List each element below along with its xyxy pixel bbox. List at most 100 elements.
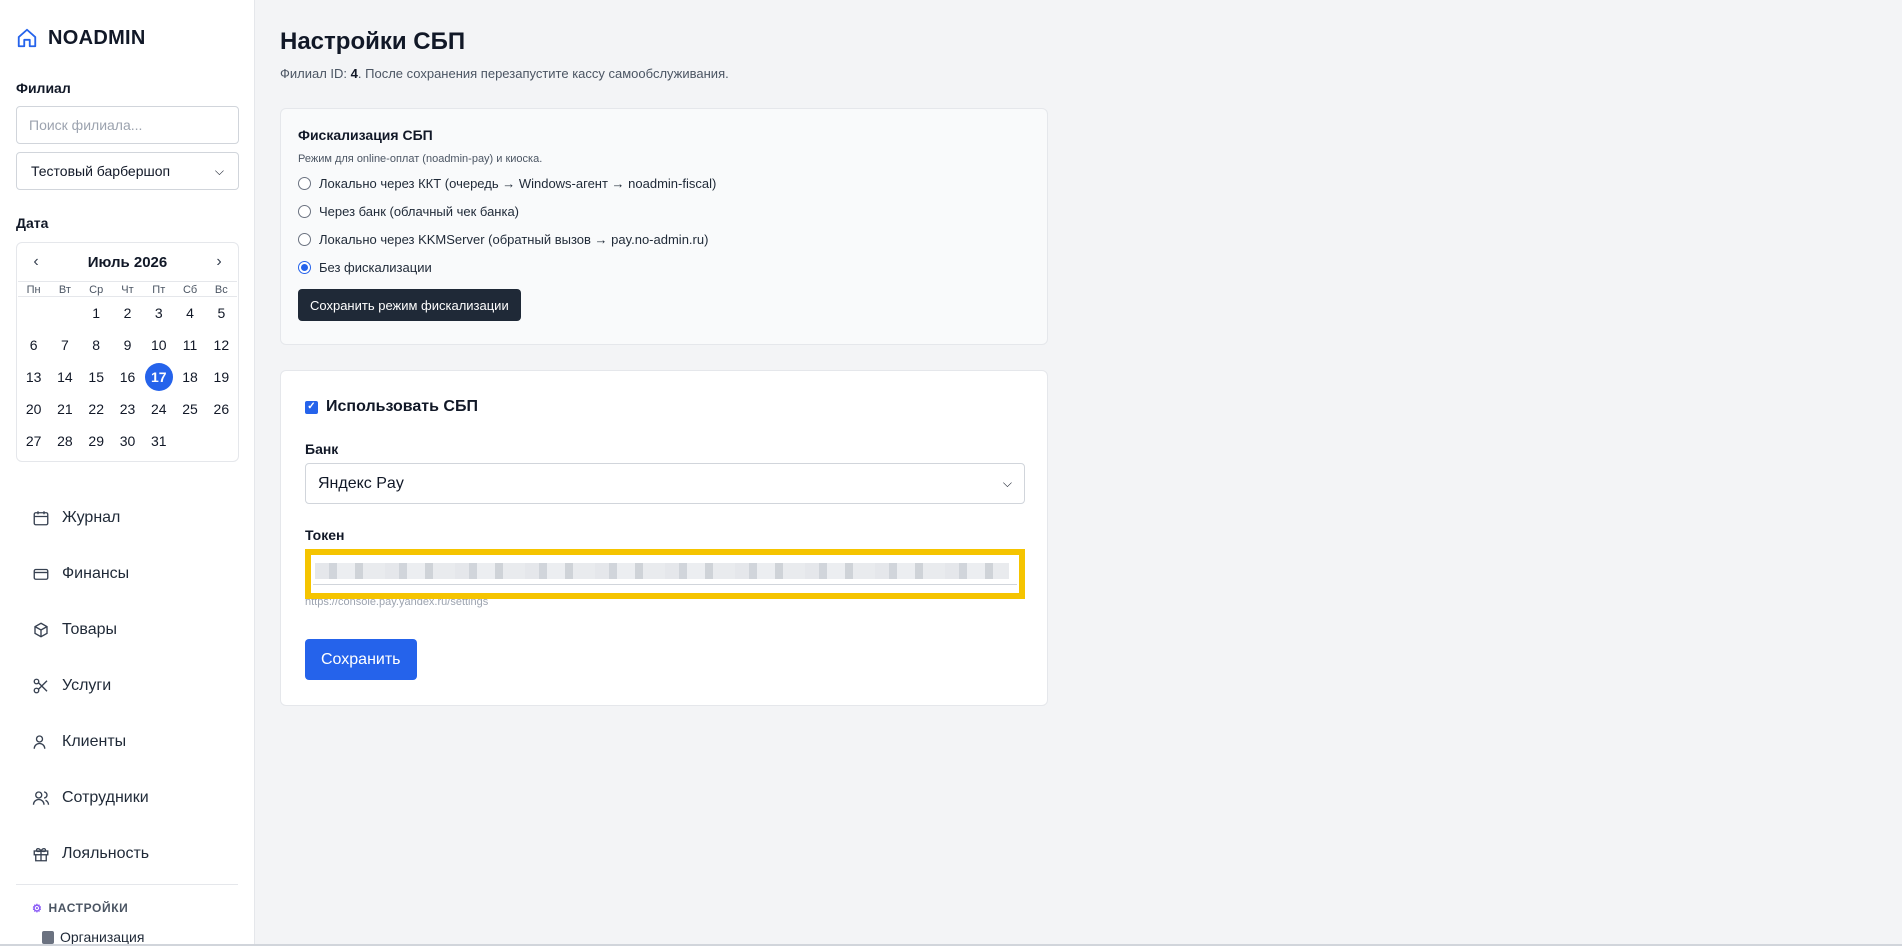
gift-icon — [33, 847, 49, 862]
users-icon — [32, 791, 50, 805]
sidebar: NOADMIN Филиал Тестовый барбершоп ⌵ Дата… — [0, 0, 255, 946]
sidebar-item-7[interactable]: Лояльность — [16, 826, 238, 882]
fiscal-option-2[interactable]: Через банк (облачный чек банка) — [298, 197, 1030, 225]
sidebar-item-6[interactable]: Сотрудники — [16, 770, 238, 826]
use-sbp-toggle[interactable]: ✓ Использовать СБП — [305, 398, 1023, 416]
sidebar-item-5[interactable]: Клиенты — [16, 714, 238, 770]
chevron-right-icon[interactable]: › — [212, 253, 226, 271]
fiscal-option-4[interactable]: Без фискализации — [298, 253, 1030, 281]
calendar-day[interactable]: 29 — [81, 425, 112, 457]
branch-search-input[interactable] — [16, 106, 239, 144]
radio-button[interactable] — [298, 232, 311, 246]
calendar-day[interactable]: 6 — [18, 329, 49, 361]
chevron-down-icon: ⌵ — [1002, 476, 1012, 490]
calendar-day[interactable]: 5 — [206, 297, 237, 329]
use-sbp-label: Использовать СБП — [326, 398, 478, 415]
date-label: Дата — [16, 215, 49, 231]
sidebar-item-label: Сотрудники — [62, 789, 149, 806]
building-icon — [42, 930, 54, 944]
calendar-day[interactable]: 23 — [112, 393, 143, 425]
subtitle-prefix: Филиал ID: — [280, 66, 351, 81]
calendar-day[interactable]: 1 — [81, 297, 112, 329]
token-input[interactable] — [313, 557, 1017, 585]
page-title: Настройки СБП — [280, 28, 466, 55]
sidebar-item-4[interactable]: Услуги — [16, 658, 238, 714]
calendar-day[interactable]: 4 — [174, 297, 205, 329]
sidebar-item-label: Услуги — [62, 677, 112, 694]
branch-select[interactable]: Тестовый барбершоп ⌵ — [16, 152, 239, 190]
calendar-day[interactable]: 18 — [174, 361, 205, 393]
calendar-header: ‹ Июль 2026 › — [17, 243, 238, 281]
token-redacted — [315, 563, 1009, 579]
calendar-weekday: Пт — [143, 281, 175, 297]
brand-name: NOADMIN — [48, 26, 146, 49]
calendar-day[interactable]: 26 — [206, 393, 237, 425]
subtitle-suffix: . После сохранения перезапустите кассу с… — [357, 66, 729, 81]
calendar-weekday: Вт — [49, 281, 81, 297]
calendar-day[interactable]: 21 — [49, 393, 80, 425]
calendar-day[interactable]: 15 — [81, 361, 112, 393]
home-icon — [17, 28, 37, 48]
fiscal-option-3[interactable]: Локально через KKMServer (обратный вызов… — [298, 225, 1030, 253]
sidebar-item-organization[interactable]: Организация — [16, 929, 238, 945]
calendar-day[interactable]: 9 — [112, 329, 143, 361]
calendar-day[interactable]: 28 — [49, 425, 80, 457]
calendar-day[interactable]: 2 — [112, 297, 143, 329]
calendar-day[interactable]: 30 — [112, 425, 143, 457]
calendar-day[interactable]: 31 — [143, 425, 174, 457]
calendar-day[interactable]: 27 — [18, 425, 49, 457]
radio-button[interactable] — [298, 176, 311, 190]
page-subtitle: Филиал ID: 4. После сохранения перезапус… — [280, 66, 729, 81]
calendar-day[interactable]: 3 — [143, 297, 174, 329]
settings-section-label: НАСТРОЙКИ — [48, 901, 129, 915]
gear-icon: ⚙ — [32, 902, 43, 915]
settings-section: ⚙ НАСТРОЙКИ — [16, 901, 238, 915]
token-label: Токен — [305, 527, 345, 543]
calendar-day[interactable]: 14 — [49, 361, 80, 393]
brand[interactable]: NOADMIN — [16, 26, 238, 50]
calendar-empty-cell — [18, 297, 49, 329]
calendar-day[interactable]: 16 — [112, 361, 143, 393]
sidebar-item-1[interactable]: Журнал — [16, 490, 238, 546]
branch-label: Филиал — [16, 80, 71, 96]
calendar-day[interactable]: 8 — [81, 329, 112, 361]
sidebar-item-label: Организация — [60, 929, 145, 945]
sbp-card: ✓ Использовать СБП Банк Яндекс Pay ⌵ Ток… — [280, 370, 1048, 706]
sidebar-item-2[interactable]: Финансы — [16, 546, 238, 602]
radio-button[interactable] — [298, 204, 311, 218]
calendar-day[interactable]: 7 — [49, 329, 80, 361]
chevron-left-icon[interactable]: ‹ — [29, 253, 43, 271]
radio-button[interactable] — [298, 260, 311, 274]
bank-select-value: Яндекс Pay — [318, 474, 404, 492]
calendar-day[interactable]: 20 — [18, 393, 49, 425]
fiscal-option-1[interactable]: Локально через ККТ (очередь → Windows-аг… — [298, 169, 1030, 197]
save-fiscalization-button[interactable]: Сохранить режим фискализации — [298, 289, 521, 321]
save-button[interactable]: Сохранить — [305, 639, 417, 680]
calendar-day[interactable]: 19 — [206, 361, 237, 393]
user-icon — [33, 735, 46, 749]
bank-select[interactable]: Яндекс Pay ⌵ — [305, 463, 1025, 504]
calendar-day[interactable]: 13 — [18, 361, 49, 393]
calendar-day[interactable]: 11 — [174, 329, 205, 361]
fiscal-option-label: Локально через ККТ (очередь → Windows-аг… — [319, 175, 717, 191]
calendar-day[interactable]: 22 — [81, 393, 112, 425]
calendar-day[interactable]: 12 — [206, 329, 237, 361]
scissors-icon — [33, 678, 48, 694]
box-icon — [34, 622, 48, 638]
calendar-day[interactable]: 17 — [143, 361, 174, 393]
chevron-down-icon: ⌵ — [214, 163, 224, 178]
calendar-day[interactable]: 10 — [143, 329, 174, 361]
calendar: ‹ Июль 2026 › Пн Вт Ср Чт Пт Сб Вс 12345… — [16, 242, 239, 462]
token-hint: https://console.pay.yandex.ru/settings — [305, 599, 489, 608]
checkbox-checked-icon[interactable]: ✓ — [305, 400, 318, 414]
sidebar-item-3[interactable]: Товары — [16, 602, 238, 658]
branch-id: 4 — [350, 66, 358, 81]
calendar-empty-cell — [49, 297, 80, 329]
calendar-days: 1 2 3 4 5 6 7 8 9 10 11 12 13 14 15 16 17 18 19 20 21 22 23 24 2… — [17, 297, 238, 457]
calendar-day[interactable]: 24 — [143, 393, 174, 425]
fiscalization-options: Локально через ККТ (очередь → Windows-аг… — [298, 169, 1030, 281]
token-highlight — [305, 549, 1025, 599]
fiscal-option-label: Локально через KKMServer (обратный вызов… — [319, 231, 709, 247]
fiscalization-description: Режим для online-оплат (noadmin-pay) и к… — [298, 153, 543, 165]
calendar-day[interactable]: 25 — [174, 393, 205, 425]
